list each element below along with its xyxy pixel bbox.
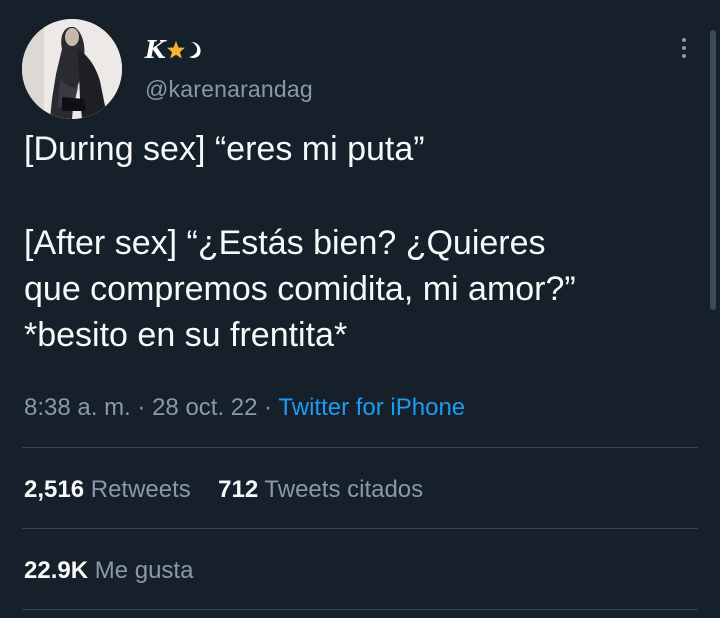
quotes-count: 712 [218, 476, 259, 503]
divider [22, 609, 698, 610]
more-options-icon-dot [682, 54, 686, 58]
likes-count: 22.9K [24, 557, 89, 584]
author-handle[interactable]: @karenarandag [145, 76, 313, 103]
avatar-photo [22, 19, 122, 119]
tweet-line: [During sex] “eres mi puta” [24, 130, 425, 168]
retweets-count: 2,516 [24, 476, 85, 503]
likes-stats: 22.9K Me gusta [24, 557, 193, 585]
tweet-meta: 8:38 a. m. · 28 oct. 22 · Twitter for iP… [24, 394, 465, 422]
tweet-line: *besito en su frentita* [24, 316, 348, 354]
avatar[interactable] [22, 19, 122, 119]
divider [22, 528, 698, 529]
meta-separator: · [137, 394, 146, 421]
tweet-time[interactable]: 8:38 a. m. [24, 394, 131, 421]
engagement-stats: 2,516 Retweets 712 Tweets citados [24, 476, 423, 504]
more-options-icon-dot [682, 46, 686, 50]
likes-stat[interactable]: 22.9K Me gusta [24, 557, 193, 584]
quotes-stat[interactable]: 712 Tweets citados [218, 476, 423, 503]
quotes-label: Tweets citados [264, 476, 424, 503]
retweets-label: Retweets [90, 476, 191, 503]
crescent-moon-icon [188, 42, 201, 58]
meta-separator: · [264, 394, 273, 421]
tweet-line: [After sex] “¿Estás bien? ¿Quieres [24, 224, 546, 262]
tweet-date[interactable]: 28 oct. 22 [152, 394, 257, 421]
scrollbar[interactable] [710, 30, 716, 310]
author-display-name[interactable]: K [145, 34, 203, 64]
tweet-text: [During sex] “eres mi puta” [After sex] … [24, 126, 694, 358]
display-name-logo: K [145, 34, 166, 64]
more-options-icon [682, 38, 686, 42]
more-options-button[interactable] [672, 34, 696, 62]
tweet-line: que compremos comidita, mi amor?” [24, 270, 576, 308]
likes-label: Me gusta [94, 557, 194, 584]
tweet-source-link[interactable]: Twitter for iPhone [278, 394, 465, 421]
divider [22, 447, 698, 448]
retweets-stat[interactable]: 2,516 Retweets [24, 476, 197, 503]
